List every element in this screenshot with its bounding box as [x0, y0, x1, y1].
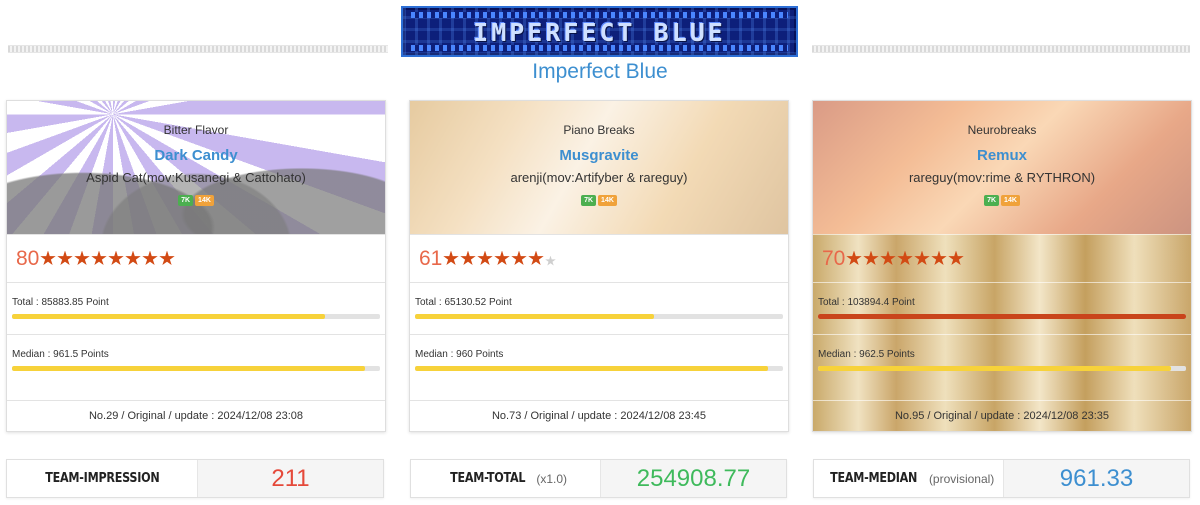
median-label: Median : 962.5 Points — [818, 349, 915, 360]
total-row: Total : 85883.85 Point — [7, 282, 385, 334]
total-label: Total : 65130.52 Point — [415, 297, 512, 308]
star-filled-icon — [511, 250, 527, 266]
star-filled-icon — [74, 250, 90, 266]
impression-row: 70 — [813, 234, 1191, 282]
song-genre: Neurobreaks — [967, 123, 1037, 137]
star-empty-icon — [545, 255, 556, 266]
total-row: Total : 65130.52 Point — [410, 282, 788, 334]
median-row: Median : 961.5 Points — [7, 334, 385, 386]
total-progress-bar — [818, 314, 1186, 319]
team-median-note: (provisional) — [928, 471, 995, 486]
star-filled-icon — [91, 250, 107, 266]
star-filled-icon — [443, 250, 459, 266]
star-filled-icon — [477, 250, 493, 266]
event-banner-logo: IMPERFECT BLUE — [401, 6, 798, 57]
star-filled-icon — [931, 250, 947, 266]
song-artist: rareguy(mov:rime & RYTHRON) — [908, 170, 1096, 185]
badge-7k: 7K — [581, 195, 597, 206]
header-divider-left — [8, 45, 388, 53]
badge-14k: 14K — [598, 195, 617, 206]
star-rating — [443, 250, 557, 267]
median-progress-bar — [12, 366, 380, 371]
star-filled-icon — [494, 250, 510, 266]
star-filled-icon — [897, 250, 913, 266]
median-label: Median : 960 Points — [415, 349, 504, 360]
song-jacket-image: Bitter Flavor Dark Candy Aspid Cat(mov:K… — [7, 101, 385, 234]
impression-score: 80 — [16, 246, 40, 270]
star-filled-icon — [159, 250, 175, 266]
team-total-label: TEAM-TOTAL — [450, 471, 526, 486]
header-divider-right — [812, 45, 1190, 53]
song-meta-footer: No.95 / Original / update : 2024/12/08 2… — [813, 400, 1191, 431]
song-artist: Aspid Cat(mov:Kusanegi & Cattohato) — [86, 170, 306, 185]
impression-score: 70 — [822, 246, 846, 270]
team-total-box: TEAM-TOTAL (x1.0) 254908.77 — [410, 459, 787, 498]
song-jacket-image: Piano Breaks Musgravite arenji(mov:Artif… — [410, 101, 788, 234]
total-progress-bar — [415, 314, 783, 319]
impression-row: 61 — [410, 234, 788, 282]
page-title: Imperfect Blue — [532, 60, 668, 83]
impression-row: 80 — [7, 234, 385, 282]
team-median-box: TEAM-MEDIAN (provisional) 961.33 — [813, 459, 1190, 498]
total-label: Total : 103894.4 Point — [818, 297, 915, 308]
badge-14k: 14K — [195, 195, 214, 206]
team-impression-value: 211 — [197, 460, 383, 497]
song-title-link[interactable]: Remux — [813, 147, 1191, 167]
team-total-value: 254908.77 — [600, 460, 786, 497]
song-meta-footer: No.29 / Original / update : 2024/12/08 2… — [7, 400, 385, 431]
song-card[interactable]: Piano Breaks Musgravite arenji(mov:Artif… — [409, 100, 789, 432]
star-filled-icon — [863, 250, 879, 266]
star-filled-icon — [846, 250, 862, 266]
star-filled-icon — [948, 250, 964, 266]
song-jacket-image: Neurobreaks Remux rareguy(mov:rime & RYT… — [813, 101, 1191, 234]
star-filled-icon — [880, 250, 896, 266]
team-median-value: 961.33 — [1003, 460, 1189, 497]
team-impression-box: TEAM-IMPRESSION 211 — [6, 459, 384, 498]
star-filled-icon — [914, 250, 930, 266]
star-rating — [846, 250, 965, 267]
median-label: Median : 961.5 Points — [12, 349, 109, 360]
star-filled-icon — [108, 250, 124, 266]
badge-7k: 7K — [178, 195, 194, 206]
median-progress-bar — [818, 366, 1186, 371]
badge-7k: 7K — [984, 195, 1000, 206]
song-title-link[interactable]: Dark Candy — [7, 147, 385, 167]
star-filled-icon — [57, 250, 73, 266]
song-artist: arenji(mov:Artifyber & rareguy) — [510, 170, 688, 185]
impression-score: 61 — [419, 246, 443, 270]
team-total-multiplier: (x1.0) — [536, 471, 568, 486]
banner-logo-text: IMPERFECT BLUE — [473, 18, 726, 47]
total-label: Total : 85883.85 Point — [12, 297, 109, 308]
star-filled-icon — [528, 250, 544, 266]
song-genre: Bitter Flavor — [163, 123, 229, 137]
song-card[interactable]: Bitter Flavor Dark Candy Aspid Cat(mov:K… — [6, 100, 386, 432]
team-median-label: TEAM-MEDIAN — [829, 471, 917, 486]
median-row: Median : 962.5 Points — [813, 334, 1191, 386]
song-genre: Piano Breaks — [563, 123, 635, 137]
median-row: Median : 960 Points — [410, 334, 788, 386]
team-impression-label: TEAM-IMPRESSION — [44, 471, 160, 486]
star-rating — [40, 250, 176, 267]
star-filled-icon — [125, 250, 141, 266]
song-card[interactable]: Neurobreaks Remux rareguy(mov:rime & RYT… — [812, 100, 1192, 432]
star-filled-icon — [40, 250, 56, 266]
song-title-link[interactable]: Musgravite — [410, 147, 788, 167]
song-meta-footer: No.73 / Original / update : 2024/12/08 2… — [410, 400, 788, 431]
badge-14k: 14K — [1001, 195, 1020, 206]
total-row: Total : 103894.4 Point — [813, 282, 1191, 334]
star-filled-icon — [460, 250, 476, 266]
total-progress-bar — [12, 314, 380, 319]
median-progress-bar — [415, 366, 783, 371]
star-filled-icon — [142, 250, 158, 266]
